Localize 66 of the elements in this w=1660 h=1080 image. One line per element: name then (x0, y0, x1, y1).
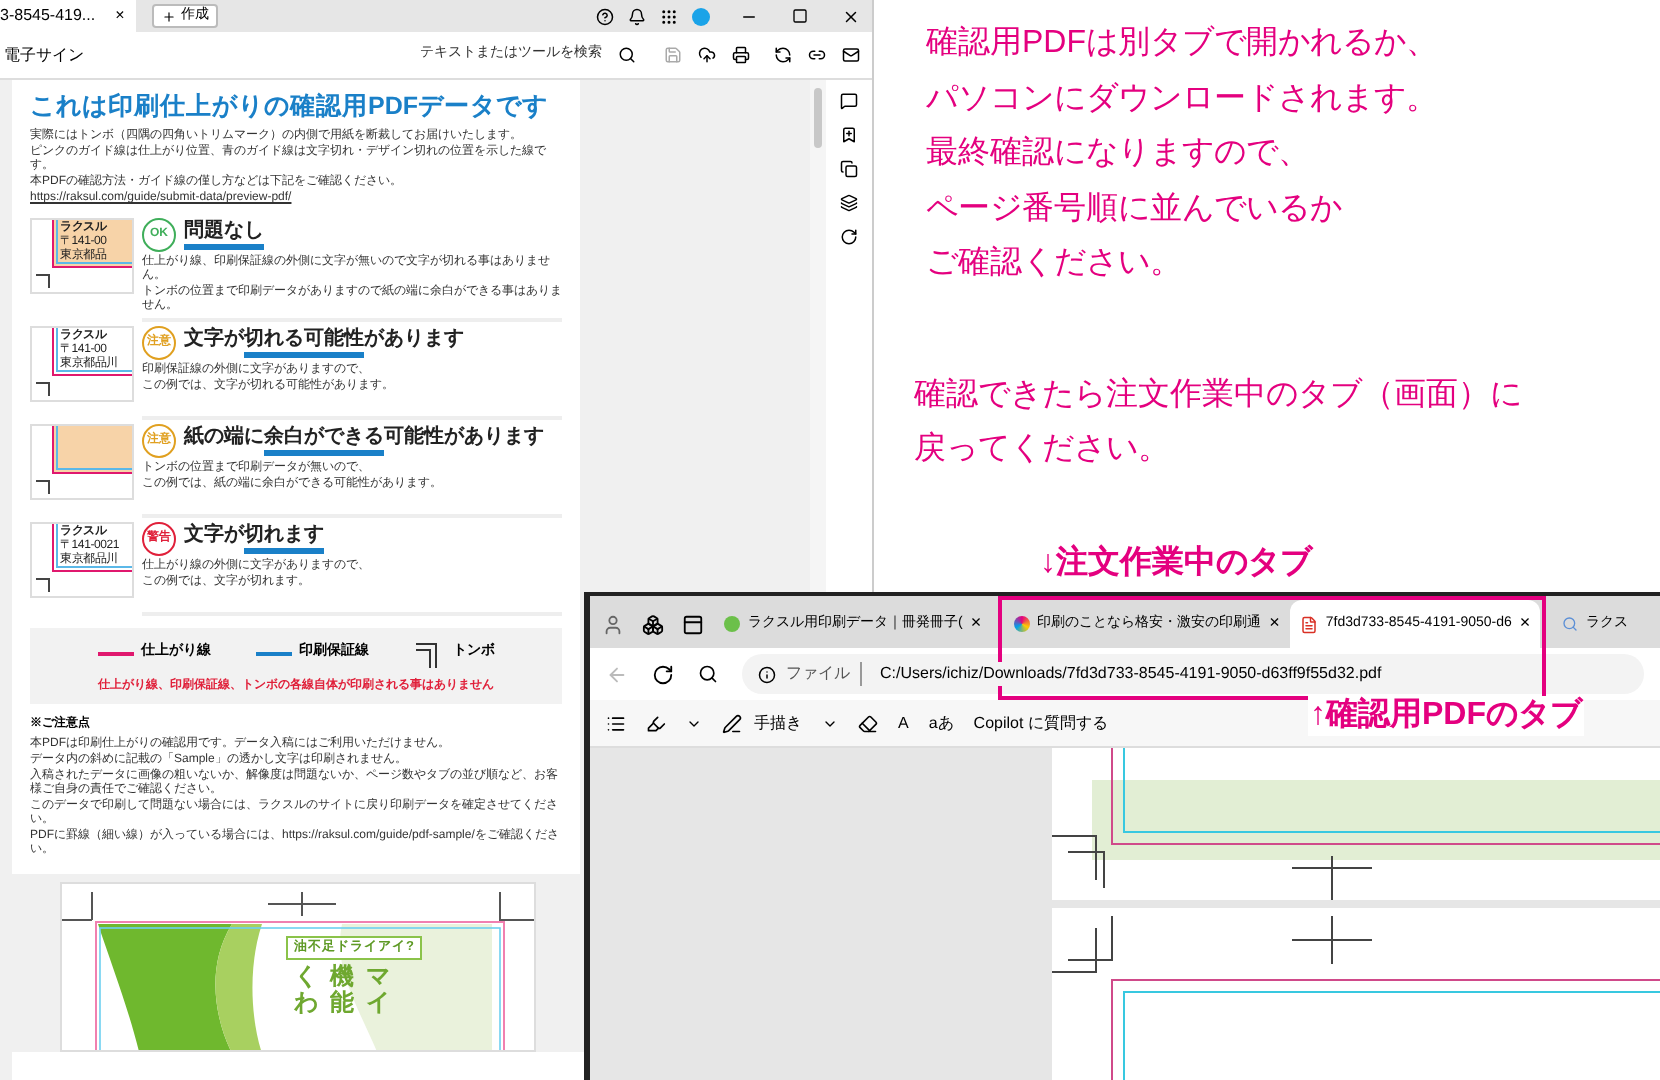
pdf-file-icon (1299, 615, 1318, 633)
contents-icon[interactable] (606, 713, 626, 733)
vertical-heading: 機能 (330, 964, 354, 1017)
search-icon[interactable] (618, 46, 636, 64)
tab-actions-icon[interactable] (682, 613, 704, 635)
maximize-icon[interactable] (792, 8, 808, 24)
help-icon[interactable] (596, 7, 614, 25)
reload-icon[interactable] (652, 663, 674, 685)
workspaces-icon[interactable] (642, 613, 664, 635)
rotate-icon[interactable] (840, 228, 858, 246)
copilot-button[interactable]: Copilot に質問する (973, 711, 1108, 735)
comment-icon[interactable] (840, 92, 858, 110)
bookmark-icon[interactable] (840, 126, 858, 144)
annotation-text: パソコンにダウンロードされます。 (926, 79, 1440, 119)
document-tab[interactable]: 3-8545-419... × (0, 0, 137, 32)
mail-icon[interactable] (842, 46, 860, 64)
tab-close[interactable]: × (1519, 610, 1531, 638)
vertical-heading: マイ (366, 964, 390, 1017)
link-icon[interactable] (808, 46, 826, 64)
site-icon (724, 616, 740, 632)
case-heading-text: 問題なし (184, 220, 264, 250)
translate-button[interactable]: aあ (928, 711, 954, 735)
sync-icon[interactable] (774, 46, 792, 64)
tab-close[interactable]: × (115, 4, 125, 28)
info-icon (758, 665, 776, 683)
read-aloud-button[interactable]: A (898, 711, 909, 735)
highlighter-icon[interactable] (646, 713, 666, 733)
address-bar[interactable]: ファイル C:/Users/ichiz/Downloads/7fd3d733-8545-4191-9050-d63ff9f55d32.pdf (742, 654, 1644, 694)
layers-icon[interactable] (840, 194, 858, 212)
pages-icon[interactable] (840, 160, 858, 178)
address-label: ファイル (786, 662, 862, 686)
upload-icon[interactable] (698, 46, 716, 64)
scrollbar-thumb[interactable] (814, 88, 822, 148)
case-heading-text: 切れます (244, 524, 324, 554)
pen-icon (722, 713, 742, 733)
annotation-text: 確認用PDFは別タブで開かれるか、 (926, 23, 1440, 64)
tab-close[interactable]: × (1269, 610, 1280, 638)
plus-icon (162, 9, 177, 23)
page-title: これは印刷仕上がりの確認用PDFデータです (30, 90, 548, 124)
callout-label: ↓注文作業中のタブ (1040, 544, 1312, 584)
annotation-text: 確認できたら注文作業中のタブ（画面）に (914, 375, 1524, 415)
tab-close[interactable]: × (970, 610, 982, 638)
case-heading-text: 可能性があります (384, 426, 544, 452)
case-heading-text: 文字が (184, 328, 244, 354)
callout-label: ↑確認用PDFのタブ (1308, 696, 1584, 736)
case-heading-text: 余白ができる (264, 426, 384, 456)
annotation-text: ご確認ください。 (926, 243, 1184, 284)
close-icon[interactable] (842, 7, 860, 25)
annotation-text: ページ番号順に並んでいるか (926, 189, 1344, 229)
search-icon (1562, 616, 1579, 632)
case-heading-text: 紙の端に (184, 426, 264, 452)
eraser-icon[interactable] (858, 713, 878, 733)
toolbar-label[interactable]: 電子サイン (4, 43, 84, 67)
case-heading-text: 文字が (184, 524, 244, 550)
bell-icon[interactable] (628, 7, 646, 25)
search-icon[interactable] (698, 664, 718, 684)
draw-button[interactable]: 手描き (722, 711, 802, 735)
case-heading-text: 切れる可能性 (244, 328, 364, 358)
profile-icon[interactable] (602, 613, 624, 635)
site-icon (1013, 616, 1030, 632)
case-heading-text: があります (364, 328, 464, 354)
vertical-heading: くわ (294, 964, 318, 1017)
annotation-text: 戻ってください。 (914, 429, 1172, 470)
apps-icon[interactable] (660, 7, 678, 25)
print-icon[interactable] (732, 46, 750, 64)
annotation-text: 最終確認になりますので、 (926, 133, 1312, 174)
